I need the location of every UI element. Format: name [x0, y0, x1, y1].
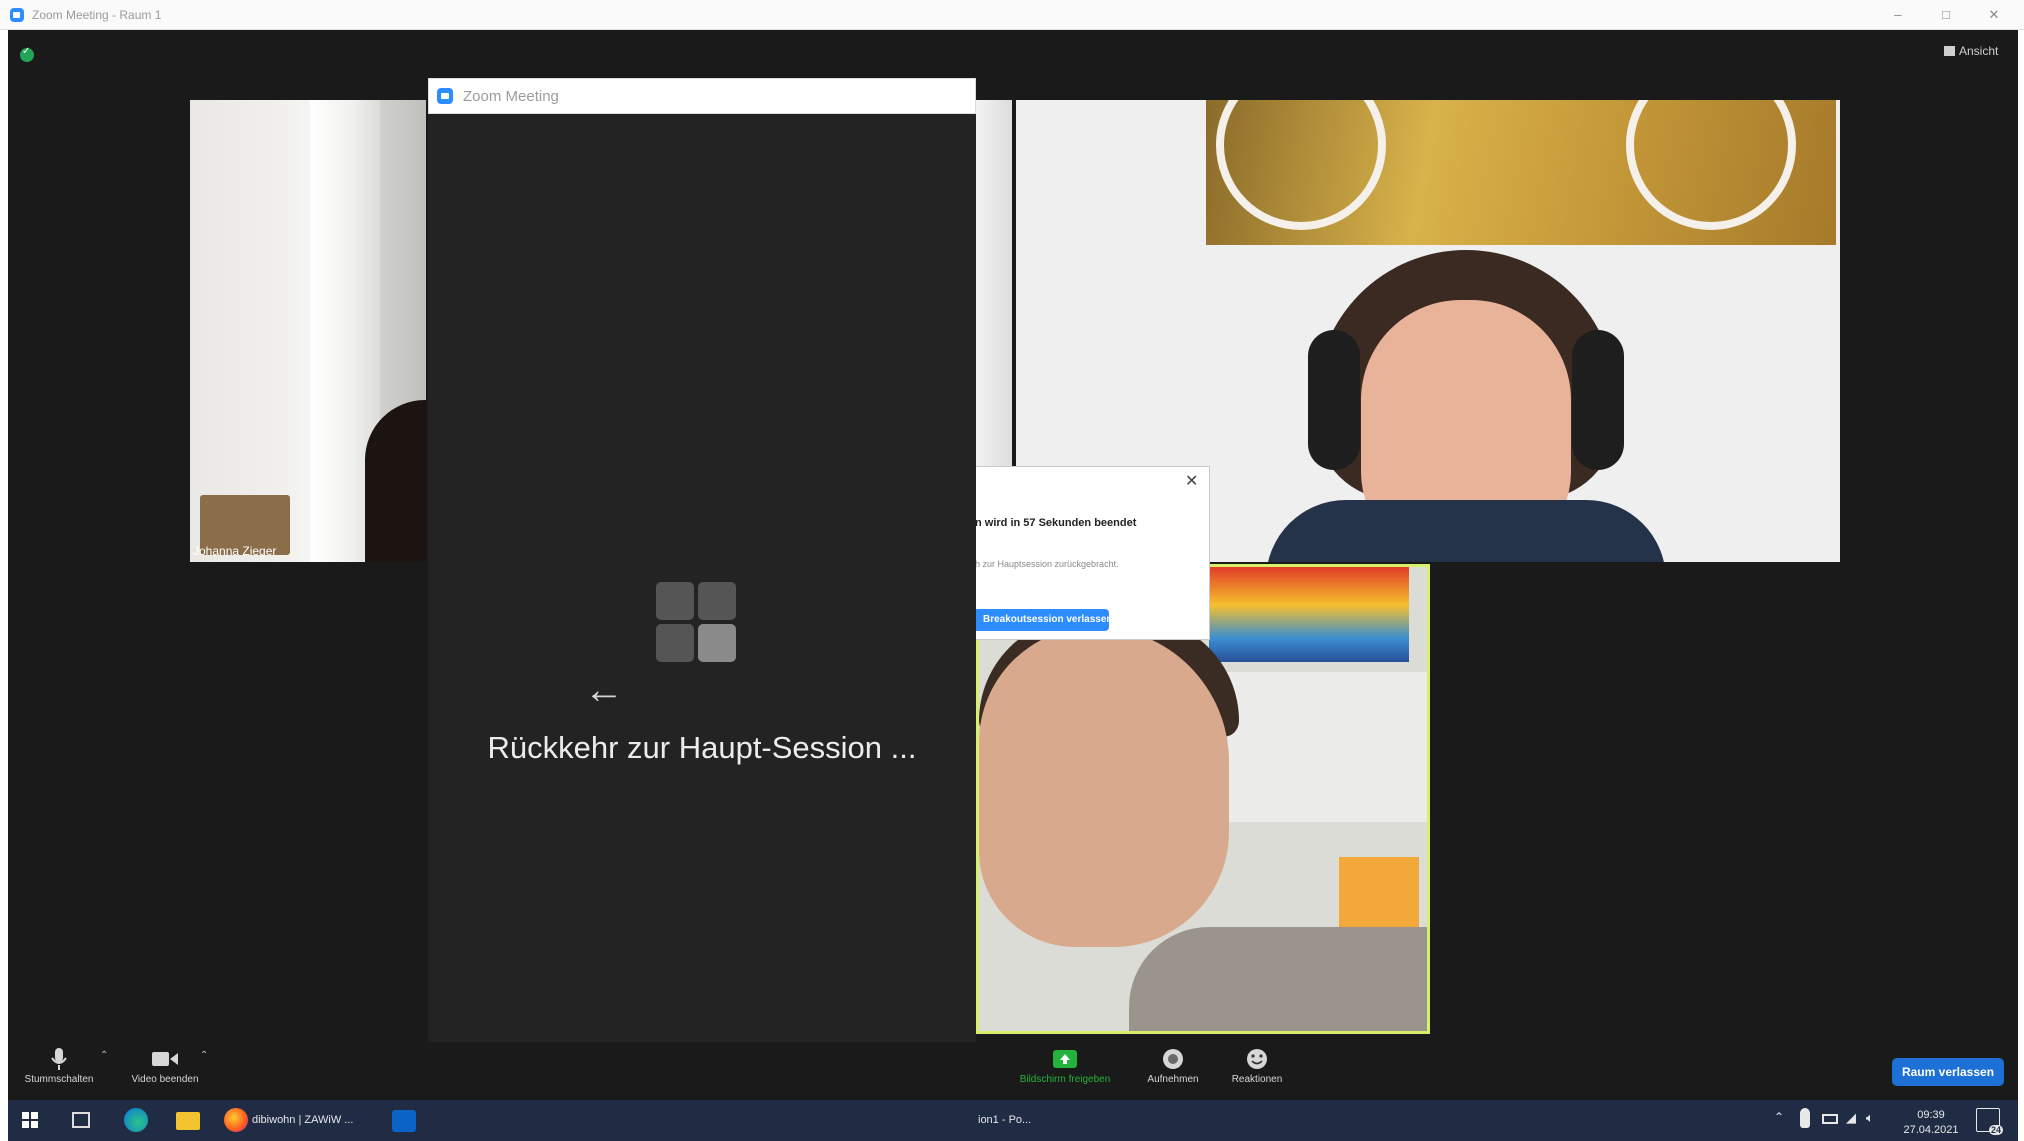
taskbar-clock[interactable]: 09:39 27.04.2021: [1896, 1108, 1966, 1138]
share-screen-icon: [1053, 1050, 1077, 1068]
back-arrow-icon: ←: [584, 668, 624, 712]
show-hidden-icons-icon[interactable]: ⌃: [1774, 1110, 1784, 1124]
headphone-cup: [1572, 330, 1624, 470]
taskbar-item-firefox[interactable]: dibiwohn | ZAWiW ...: [252, 1106, 372, 1134]
record-button[interactable]: Aufnehmen: [1128, 1048, 1218, 1085]
video-camera-icon: [152, 1052, 178, 1066]
breakout-rooms-icon: [656, 582, 694, 620]
leave-breakout-button[interactable]: Breakoutsession verlassen: [967, 609, 1113, 631]
share-screen-button[interactable]: Bildschirm freigeben: [1000, 1048, 1130, 1085]
participant-cardigan: [1129, 927, 1427, 1031]
mute-button[interactable]: Stummschalten: [14, 1048, 104, 1085]
bicycle-poster: [1206, 100, 1836, 245]
leave-room-button[interactable]: Raum verlassen: [1892, 1058, 2004, 1086]
audio-options-caret[interactable]: ⌃: [100, 1050, 108, 1061]
breakout-rooms-icon: [698, 624, 736, 662]
zoom-logo-icon: [10, 8, 24, 22]
battery-icon[interactable]: [1822, 1114, 1838, 1124]
overlay-title-bar: Zoom Meeting: [428, 78, 976, 114]
minimize-icon[interactable]: –: [1888, 5, 1908, 25]
breakout-rooms-icon: [698, 582, 736, 620]
wall-art: [1209, 567, 1409, 662]
reactions-label: Reaktionen: [1231, 1074, 1283, 1085]
close-icon[interactable]: ✕: [1984, 5, 2004, 25]
share-screen-label: Bildschirm freigeben: [1019, 1074, 1111, 1085]
notification-subtext: h zur Hauptsession zurückgebracht.: [975, 559, 1119, 569]
bicycle-wheel: [1216, 100, 1386, 230]
record-label: Aufnehmen: [1147, 1074, 1199, 1085]
headphone-cup: [1308, 330, 1360, 470]
microphone-icon: [51, 1048, 67, 1070]
maximize-icon[interactable]: □: [1936, 5, 1956, 25]
notification-center-icon[interactable]: 24: [1976, 1108, 2003, 1135]
clock-time: 09:39: [1917, 1109, 1945, 1121]
notification-count-badge: 24: [1988, 1125, 2003, 1135]
window-title-bar: Zoom Meeting - Raum 1 – □ ✕: [0, 0, 2024, 30]
clock-date: 27.04.2021: [1903, 1124, 1959, 1136]
notification-message: n wird in 57 Sekunden beendet: [975, 517, 1137, 529]
participant-name-label: Johanna Zieger: [193, 544, 277, 558]
stop-video-button[interactable]: Video beenden: [120, 1048, 210, 1085]
windows-start-icon[interactable]: [22, 1112, 38, 1128]
video-options-caret[interactable]: ⌃: [200, 1050, 208, 1061]
outlook-icon[interactable]: [392, 1110, 416, 1132]
bicycle-wheel: [1626, 100, 1796, 230]
microphone-tray-icon[interactable]: [1800, 1108, 1810, 1128]
returning-message: Rückkehr zur Haupt-Session ...: [487, 730, 917, 765]
breakout-rooms-icon: [656, 624, 694, 662]
participant-shirt: [1266, 500, 1666, 562]
smiley-icon: [1247, 1049, 1267, 1069]
box: [1339, 857, 1419, 932]
window-title: Zoom Meeting - Raum 1: [32, 8, 162, 22]
taskbar-item-powerpoint[interactable]: ion1 - Po...: [978, 1106, 1058, 1134]
reactions-button[interactable]: Reaktionen: [1212, 1048, 1302, 1085]
record-icon: [1163, 1049, 1183, 1069]
zoom-meeting-overlay-window: Zoom Meeting ← Rückkehr zur Haupt-Sessio…: [428, 78, 976, 1141]
mute-label: Stummschalten: [24, 1074, 94, 1085]
speaker-volume-icon[interactable]: 🔈︎: [1866, 1110, 1874, 1126]
edge-browser-icon[interactable]: [124, 1108, 148, 1132]
network-icon[interactable]: ◢: [1846, 1110, 1856, 1126]
task-view-icon[interactable]: [72, 1112, 90, 1128]
view-button[interactable]: Ansicht: [1944, 44, 1998, 58]
stop-video-label: Video beenden: [131, 1074, 199, 1085]
firefox-icon[interactable]: [224, 1108, 248, 1132]
zoom-logo-icon: [437, 88, 453, 104]
grid-icon: [1944, 46, 1955, 56]
overlay-title: Zoom Meeting: [463, 88, 559, 105]
file-explorer-icon[interactable]: [176, 1112, 200, 1130]
encryption-shield-icon[interactable]: [20, 46, 34, 62]
video-tile-johanna[interactable]: Johanna Zieger: [190, 100, 426, 562]
breakout-end-notification: ✕ n wird in 57 Sekunden beendet h zur Ha…: [960, 466, 1210, 640]
view-button-label: Ansicht: [1959, 44, 1999, 58]
participant-face: [979, 627, 1229, 947]
close-icon[interactable]: ✕: [1185, 471, 1198, 491]
